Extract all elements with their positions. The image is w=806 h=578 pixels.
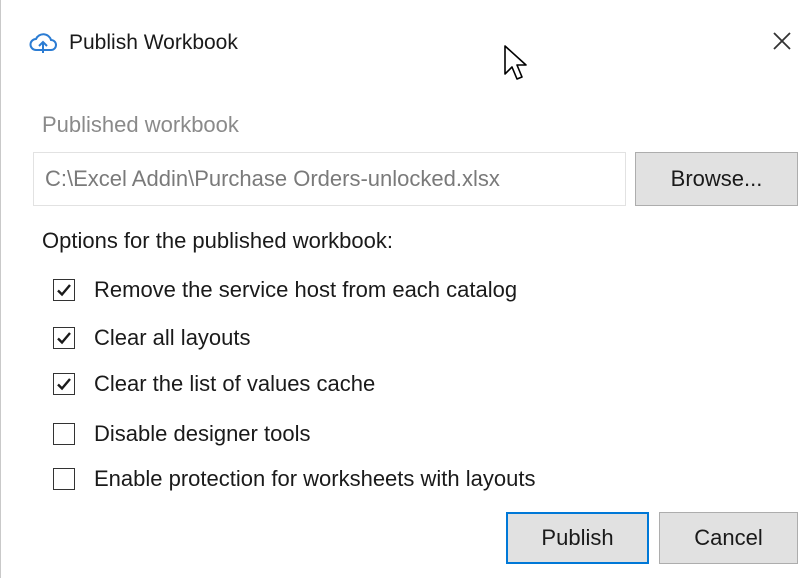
workbook-path-field[interactable] [33,152,626,206]
publish-button[interactable]: Publish [506,512,649,564]
option-label: Disable designer tools [94,421,311,446]
checkbox[interactable] [53,468,75,490]
dialog-title: Publish Workbook [69,31,238,54]
option-label: Enable protection for worksheets with la… [94,466,536,491]
cancel-button[interactable]: Cancel [659,512,798,564]
close-icon[interactable] [765,24,799,58]
option-label: Clear all layouts [94,325,251,350]
published-workbook-label: Published workbook [42,112,239,137]
browse-button[interactable]: Browse... [635,152,798,206]
dialog-titlebar[interactable]: Publish Workbook [1,0,806,84]
option-label: Clear the list of values cache [94,371,376,396]
options-heading: Options for the published workbook: [42,228,393,253]
publish-workbook-dialog: Publish Workbook Published workbook Brow… [0,0,806,578]
checkbox[interactable] [53,423,75,445]
option-label: Remove the service host from each catalo… [94,277,518,302]
checkbox[interactable] [53,279,75,301]
checkbox[interactable] [53,373,75,395]
cloud-publish-icon [28,30,58,56]
checkbox[interactable] [53,327,75,349]
